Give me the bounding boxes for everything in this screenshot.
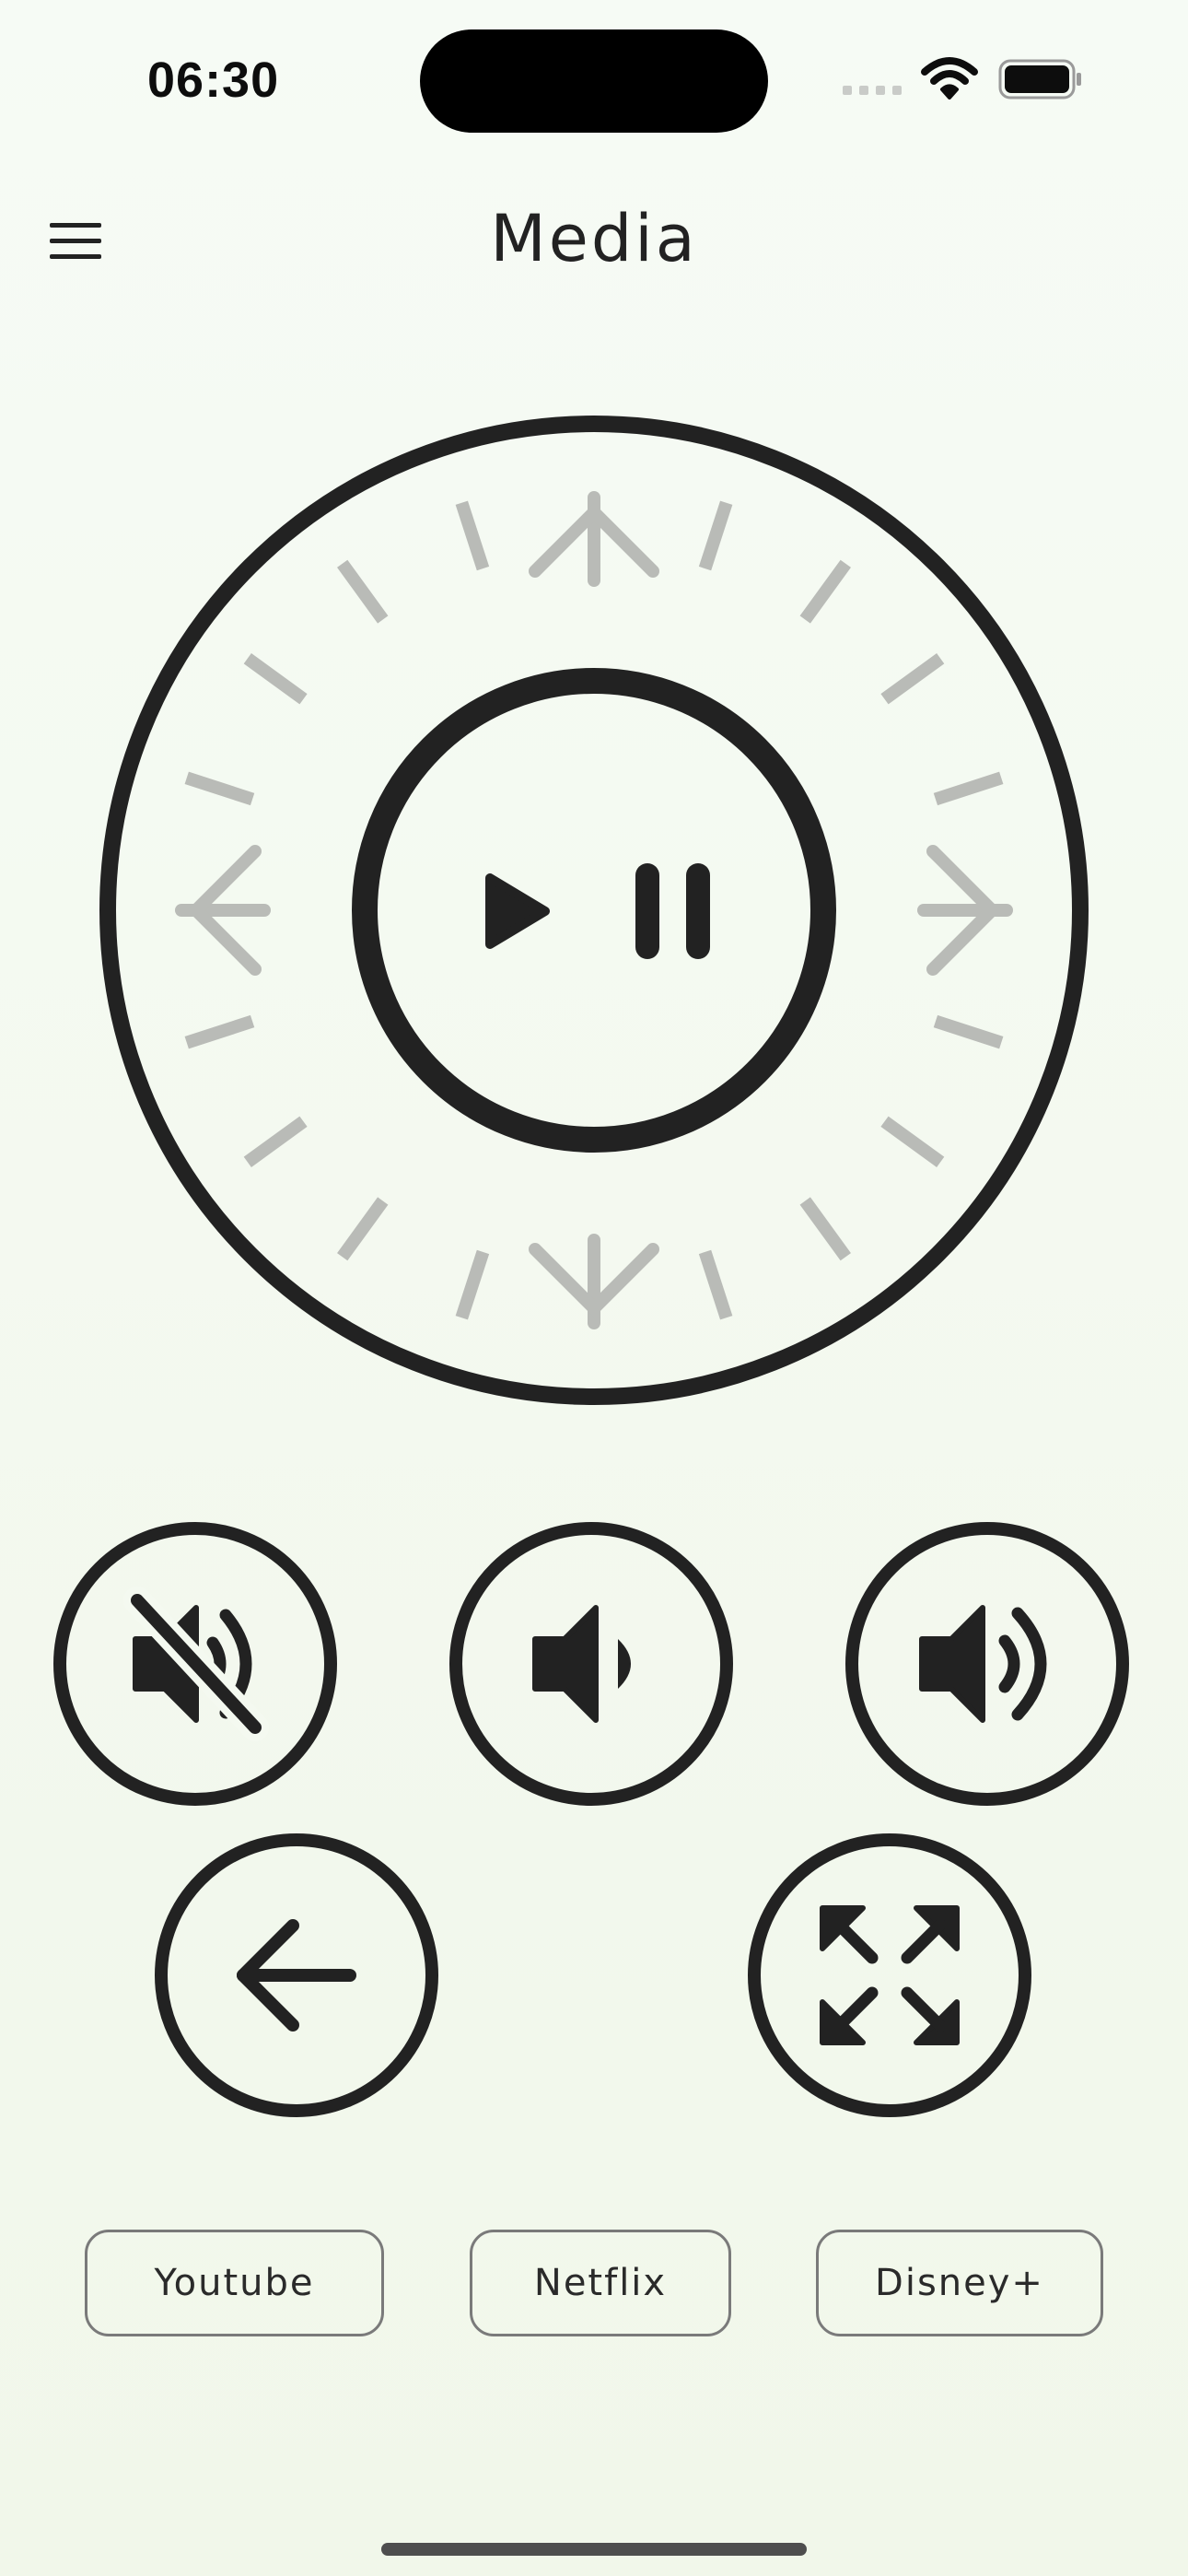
dial-tick [337,559,389,624]
directional-dial[interactable] [97,413,1091,1408]
up-arrow-icon[interactable] [529,491,659,587]
dial-tick [799,559,851,624]
volume-up-button[interactable] [845,1522,1129,1806]
mute-button[interactable] [53,1522,337,1806]
dial-ticks [184,500,1004,1320]
dial-tick [698,1249,733,1320]
dial-tick [184,771,255,806]
fullscreen-button[interactable] [748,1833,1031,2117]
dial-tick [880,1116,945,1167]
dial-tick [455,1249,490,1320]
home-indicator [381,2543,807,2556]
back-arrow-icon [237,1919,356,2032]
dial-tick [933,771,1004,806]
right-arrow-icon[interactable] [917,845,1013,976]
down-arrow-icon[interactable] [529,1234,659,1329]
dial-tick [698,500,733,571]
dial-tick [933,1014,1004,1049]
youtube-button[interactable]: Youtube [85,2230,384,2336]
back-button[interactable] [155,1833,438,2117]
signal-dots-icon [843,86,902,95]
dial-tick [243,653,308,705]
dynamic-island [420,29,768,133]
dial-tick [455,500,490,571]
left-arrow-icon[interactable] [175,845,271,976]
volume-up-icon [919,1605,1047,1723]
wifi-icon [921,57,978,100]
battery-icon [998,59,1081,100]
status-time: 06:30 [147,53,280,108]
dial-tick [880,653,945,705]
netflix-button[interactable]: Netflix [470,2230,731,2336]
dial-tick [799,1197,851,1261]
play-pause-icon [485,863,710,959]
volume-mute-icon [123,1587,269,1741]
volume-down-icon [532,1605,631,1723]
dial-tick [243,1116,308,1167]
dial-tick [337,1197,389,1261]
dial-tick [184,1014,255,1049]
volume-down-button[interactable] [449,1522,733,1806]
page-title: Media [490,201,698,276]
play-pause-button[interactable] [352,668,836,1153]
fullscreen-icon [820,1905,960,2045]
disney-plus-button[interactable]: Disney+ [816,2230,1103,2336]
